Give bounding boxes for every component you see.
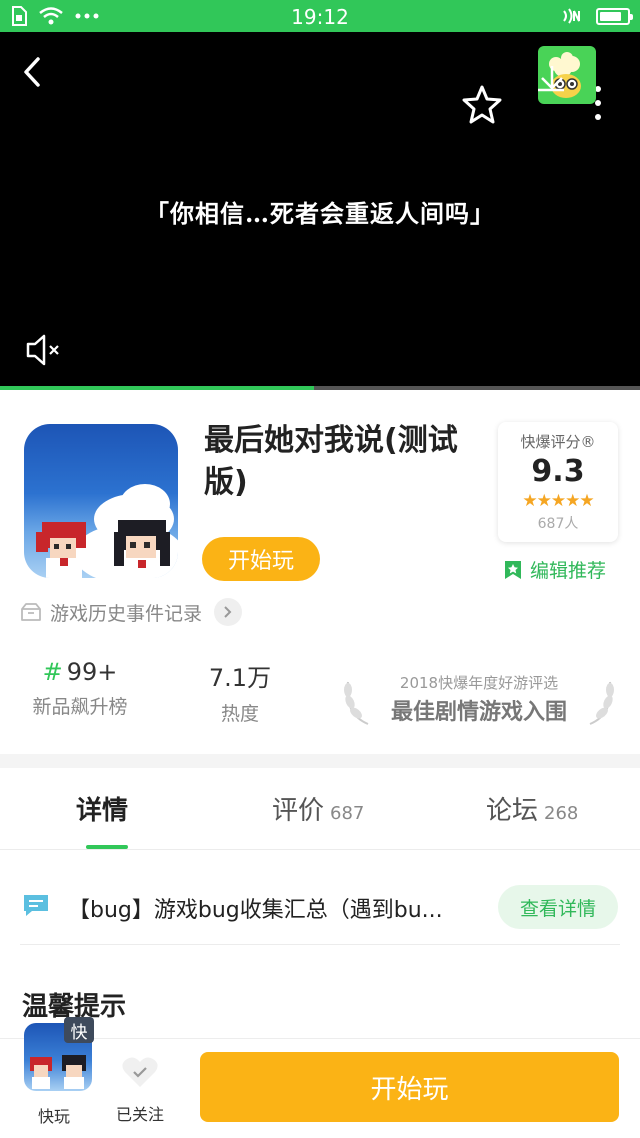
follow-button[interactable]: 已关注 [112,1055,168,1125]
bookmark-star-icon [505,560,521,579]
tab-active-indicator [86,845,128,849]
app-detail-page: 19:12 「你相信…死者会重返人间吗」 最后她对我说(测试版) 开始玩 快爆评… [0,0,640,1138]
mascot-download-button[interactable] [538,46,596,104]
editor-pick-badge: 编辑推荐 [504,556,606,583]
tab-forum[interactable]: 论坛 268 [486,790,578,827]
video-progress-bar[interactable] [0,386,640,390]
status-time: 19:12 [291,5,349,29]
bottom-action-bar: 快 快玩 已关注 开始玩 [0,1017,640,1138]
editor-pick-label: 编辑推荐 [530,560,607,582]
tab-details[interactable]: 详情 [76,790,128,827]
battery-level [600,11,621,21]
history-label: 游戏历史事件记录 [50,602,203,625]
award-title: 最佳剧情游戏入围 [390,700,567,725]
video-caption: 「你相信…死者会重返人间吗」 [145,199,495,228]
battery-icon [596,7,633,25]
rating-label: 快爆评分® [520,433,596,451]
mascot-icon [538,52,581,98]
view-details-button[interactable]: 查看详情 [498,885,618,929]
back-arrow-icon [24,57,40,87]
stat-ranking-label: 新品飙升榜 [32,696,128,718]
rating-count: 687人 [537,516,579,532]
status-icons-right [560,7,633,25]
bug-notice[interactable]: 【bug】游戏bug收集汇总（遇到bu... 查看详情 [20,882,620,932]
history-events-link[interactable]: 游戏历史事件记录 [20,598,243,626]
back-button[interactable] [14,52,50,92]
award-badge[interactable]: 2018快爆年度好游评选 最佳剧情游戏入围 [340,672,618,728]
stat-heat-label: 热度 [220,703,259,725]
nfc-signal-icon [563,8,580,24]
rating-stars: ★★★★★ [522,491,594,511]
message-icon [24,895,48,916]
quick-play-characters-icon [30,1055,86,1089]
stat-ranking-value: 99+ [66,658,118,686]
video-progress-played [0,386,314,390]
tab-forum-count: 268 [544,803,579,824]
section-divider [0,754,640,768]
notice-divider [20,944,620,945]
tab-reviews[interactable]: 评价 687 [272,790,364,827]
stat-heat-value: 7.1万 [208,664,272,692]
game-characters-icon [36,520,170,578]
quick-play-badge: 快 [64,1017,94,1043]
game-title: 最后她对我说(测试版) [204,423,458,500]
stat-heat: 7.1万 热度 [190,658,290,726]
mute-icon[interactable] [24,332,64,368]
rating-card[interactable]: 快爆评分® 9.3 ★★★★★ 687人 [498,422,618,542]
favorite-star-icon[interactable] [462,84,502,124]
start-play-button-top[interactable]: 开始玩 [202,537,320,581]
tab-bar: 详情 评价 687 论坛 268 [0,768,640,850]
quick-play-label[interactable]: 快玩 [38,1103,70,1127]
game-icon [24,424,178,578]
tab-reviews-count: 687 [330,803,365,824]
status-bar: 19:12 [0,0,640,32]
rating-value: 9.3 [531,454,585,489]
heart-check-icon [122,1057,158,1087]
box-icon [21,603,41,621]
hash-icon: # [42,658,63,686]
chevron-right-icon [214,598,243,626]
follow-label: 已关注 [115,1105,164,1124]
start-play-button[interactable]: 开始玩 [200,1052,619,1122]
notice-text: 【bug】游戏bug收集汇总（遇到bu... [68,898,443,923]
award-subtitle: 2018快爆年度好游评选 [399,674,559,692]
stat-ranking[interactable]: #99+ 新品飙升榜 [20,658,140,719]
